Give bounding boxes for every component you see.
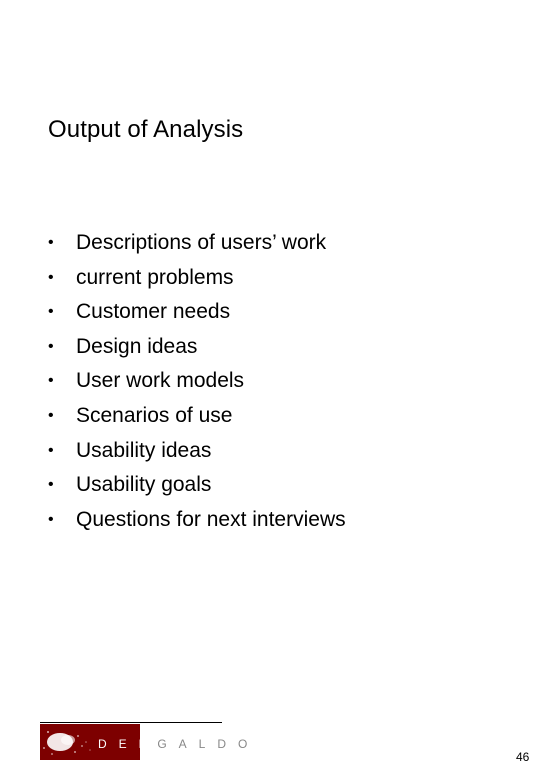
list-item-text: Descriptions of users’ work — [76, 231, 327, 254]
bullet-list: • Descriptions of users’ work • current pr… — [48, 229, 346, 540]
list-item-text: Usability goals — [76, 473, 212, 497]
bullet-icon: • — [48, 476, 54, 494]
list-item: • Usability goals — [48, 471, 346, 506]
bullet-icon: • — [48, 372, 54, 390]
list-item: • Questions for next interviews — [48, 506, 346, 541]
list-item: • current problems — [48, 264, 346, 299]
list-item: • Usability ideas — [48, 437, 346, 472]
list-item: • Design ideas — [48, 333, 346, 368]
bullet-icon: • — [48, 234, 54, 251]
list-item-text: current problems — [76, 265, 234, 289]
list-item: • Scenarios of use — [48, 402, 346, 437]
list-item-text: Design ideas — [76, 334, 198, 358]
page-number: 46 — [516, 750, 530, 764]
bullet-icon: • — [48, 303, 54, 321]
list-item-text: Scenarios of use — [76, 403, 233, 427]
bullet-icon: • — [48, 441, 54, 459]
bullet-icon: • — [48, 268, 54, 286]
list-item-text: Questions for next interviews — [76, 507, 346, 531]
footer-divider — [40, 722, 222, 723]
logo-text-galdo: GALDO — [157, 737, 260, 751]
list-item-text: Usability ideas — [76, 438, 212, 462]
logo-wordmark: DELGALDO — [98, 737, 259, 751]
bullet-icon: • — [48, 337, 54, 355]
list-item: • Descriptions of users’ work — [48, 229, 346, 264]
bullet-icon: • — [48, 406, 54, 424]
list-item-text: Customer needs — [76, 300, 231, 324]
list-item: • User work models — [48, 367, 346, 402]
list-item: • Customer needs — [48, 298, 346, 333]
logo-text-del: DEL — [98, 737, 158, 751]
bullet-icon: • — [48, 510, 54, 528]
slide-title: Output of Analysis — [48, 116, 244, 143]
list-item-text: User work models — [76, 369, 245, 393]
